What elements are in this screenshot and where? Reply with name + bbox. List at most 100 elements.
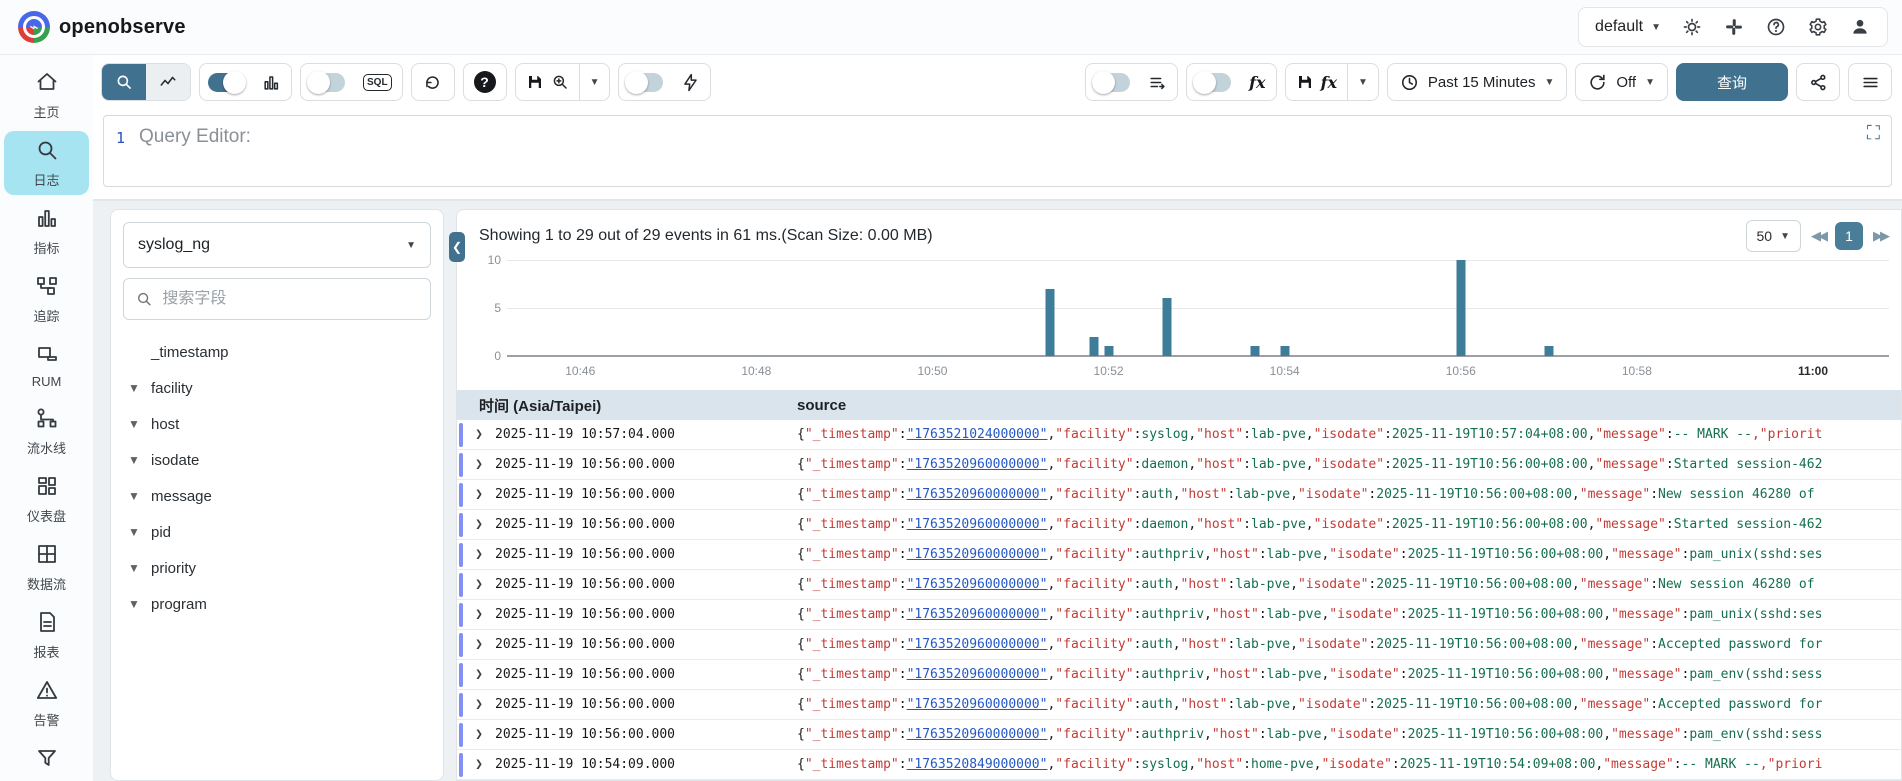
traces-icon: [35, 274, 59, 303]
expand-row-icon[interactable]: ❯: [471, 667, 487, 682]
alerts-icon: [35, 678, 59, 707]
log-table-row[interactable]: ❯2025-11-19 10:56:00.000{"_timestamp":"1…: [457, 690, 1901, 720]
sidebar-item-alerts[interactable]: 告警: [4, 671, 89, 735]
log-table-row[interactable]: ❯2025-11-19 10:56:00.000{"_timestamp":"1…: [457, 450, 1901, 480]
log-table-row[interactable]: ❯2025-11-19 10:56:00.000{"_timestamp":"1…: [457, 720, 1901, 750]
field-item-host[interactable]: ▼host: [123, 406, 431, 442]
field-item-facility[interactable]: ▼facility: [123, 370, 431, 406]
row-timestamp: 2025-11-19 10:56:00.000: [495, 607, 797, 622]
rum-icon: [35, 342, 59, 371]
log-table-row[interactable]: ❯2025-11-19 10:56:00.000{"_timestamp":"1…: [457, 480, 1901, 510]
log-table-row[interactable]: ❯2025-11-19 10:56:00.000{"_timestamp":"1…: [457, 570, 1901, 600]
sidebar-item-search[interactable]: 日志: [4, 131, 89, 195]
vrl-function-toggle[interactable]: [1195, 73, 1231, 92]
expand-row-icon[interactable]: ❯: [471, 637, 487, 652]
sidebar-item-rum[interactable]: RUM: [4, 335, 89, 395]
collapse-fields-button[interactable]: ❮: [449, 232, 465, 262]
row-accent-bar: [459, 603, 463, 627]
sql-mode-toggle[interactable]: [309, 73, 345, 92]
editor-fullscreen-icon[interactable]: ⛶: [1867, 123, 1880, 145]
expand-row-icon[interactable]: ❯: [471, 427, 487, 442]
sidebar-item-dashboards[interactable]: 仪表盘: [4, 467, 89, 531]
field-item-message[interactable]: ▼message: [123, 478, 431, 514]
org-selector-value: default: [1595, 18, 1643, 36]
expand-row-icon[interactable]: ❯: [471, 577, 487, 592]
sidebar-item-pipelines[interactable]: 流水线: [4, 399, 89, 463]
prev-page-button[interactable]: ◀◀: [1811, 228, 1825, 244]
log-table-row[interactable]: ❯2025-11-19 10:56:00.000{"_timestamp":"1…: [457, 540, 1901, 570]
log-table-row[interactable]: ❯2025-11-19 10:54:09.000{"_timestamp":"1…: [457, 750, 1901, 780]
expand-row-icon[interactable]: ❯: [471, 607, 487, 622]
sidebar-item-reports[interactable]: 报表: [4, 603, 89, 667]
log-table-row[interactable]: ❯2025-11-19 10:56:00.000{"_timestamp":"1…: [457, 660, 1901, 690]
save-function-button[interactable]: fx: [1286, 64, 1347, 100]
log-table-row[interactable]: ❯2025-11-19 10:56:00.000{"_timestamp":"1…: [457, 510, 1901, 540]
query-help-button[interactable]: ?: [463, 63, 507, 101]
field-item-program[interactable]: ▼program: [123, 586, 431, 622]
x-axis-tick: 10:46: [565, 364, 595, 378]
org-selector[interactable]: default ▼: [1595, 18, 1661, 36]
sidebar-item-metrics[interactable]: 指标: [4, 199, 89, 263]
chevron-down-icon[interactable]: ▼: [127, 417, 141, 431]
account-person-icon[interactable]: [1849, 16, 1871, 38]
settings-gear-icon[interactable]: [1807, 16, 1829, 38]
help-icon[interactable]: [1765, 16, 1787, 38]
histogram-bar: [1456, 260, 1465, 356]
next-page-button[interactable]: ▶▶: [1873, 228, 1887, 244]
expand-row-icon[interactable]: ❯: [471, 517, 487, 532]
field-item-isodate[interactable]: ▼isodate: [123, 442, 431, 478]
expand-row-icon[interactable]: ❯: [471, 727, 487, 742]
theme-sun-icon[interactable]: [1681, 16, 1703, 38]
sidebar-item-traces[interactable]: 追踪: [4, 267, 89, 331]
chevron-down-icon[interactable]: ▼: [127, 525, 141, 539]
question-icon: ?: [474, 71, 496, 93]
expand-row-icon[interactable]: ❯: [471, 547, 487, 562]
column-source: source: [797, 397, 1901, 414]
page-size-select[interactable]: 50 ▼: [1746, 220, 1801, 252]
chevron-down-icon[interactable]: ▼: [127, 489, 141, 503]
sidebar-item-label: 流水线: [27, 438, 66, 457]
chevron-down-icon[interactable]: ▼: [127, 453, 141, 467]
field-name: priority: [151, 560, 196, 577]
interesting-fields-toggle[interactable]: [1094, 73, 1130, 92]
results-bar: Showing 1 to 29 out of 29 events in 61 m…: [457, 210, 1901, 254]
chevron-down-icon[interactable]: ▼: [127, 597, 141, 611]
histogram-toggle[interactable]: [208, 73, 244, 92]
save-search-button[interactable]: [516, 64, 579, 100]
metrics-mode-button[interactable]: [146, 64, 190, 100]
expand-row-icon[interactable]: ❯: [471, 457, 487, 472]
clock-icon: [1400, 73, 1419, 92]
chevron-down-icon[interactable]: ▼: [127, 381, 141, 395]
field-search-input[interactable]: [162, 290, 418, 308]
slack-icon[interactable]: [1723, 16, 1745, 38]
log-table-row[interactable]: ❯2025-11-19 10:57:04.000{"_timestamp":"1…: [457, 420, 1901, 450]
log-table-row[interactable]: ❯2025-11-19 10:56:00.000{"_timestamp":"1…: [457, 600, 1901, 630]
quick-mode-toggle[interactable]: [627, 73, 663, 92]
chevron-down-icon: ▼: [1780, 231, 1790, 242]
stream-selector[interactable]: syslog_ng ▼: [123, 222, 431, 268]
run-query-button[interactable]: 查询: [1676, 63, 1788, 101]
field-item-priority[interactable]: ▼ priority: [123, 550, 431, 586]
share-link-button[interactable]: [1796, 63, 1840, 101]
search-mode-button[interactable]: [102, 64, 146, 100]
refresh-interval-picker[interactable]: Off ▼: [1575, 63, 1668, 101]
expand-row-icon[interactable]: ❯: [471, 487, 487, 502]
sidebar-item-home[interactable]: 主页: [4, 63, 89, 127]
field-item-_timestamp[interactable]: _timestamp: [123, 334, 431, 370]
time-range-picker[interactable]: Past 15 Minutes ▼: [1387, 63, 1567, 101]
saved-function-dropdown[interactable]: ▼: [1348, 64, 1378, 100]
log-table-row[interactable]: ❯2025-11-19 10:56:00.000{"_timestamp":"1…: [457, 630, 1901, 660]
saved-search-dropdown[interactable]: ▼: [580, 64, 610, 100]
chevron-down-icon[interactable]: ▼: [127, 561, 141, 575]
expand-row-icon[interactable]: ❯: [471, 757, 487, 772]
reset-query-button[interactable]: [411, 63, 455, 101]
sql-toggle-group: SQL: [300, 63, 403, 101]
expand-row-icon[interactable]: ❯: [471, 697, 487, 712]
field-item-pid[interactable]: ▼pid: [123, 514, 431, 550]
y-axis-tick: 0: [473, 349, 501, 363]
menu-button[interactable]: [1848, 63, 1892, 101]
sidebar-item-datasources[interactable]: 数据源: [4, 739, 89, 781]
query-editor[interactable]: 1 Query Editor:: [103, 115, 1892, 187]
sidebar-item-streams[interactable]: 数据流: [4, 535, 89, 599]
current-page-button[interactable]: 1: [1835, 222, 1863, 250]
